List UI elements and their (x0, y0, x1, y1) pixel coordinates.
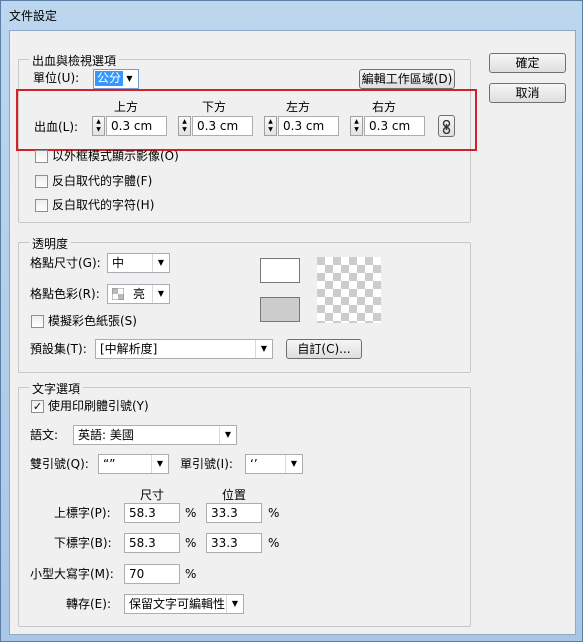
bleed-left-stepper[interactable]: ▲ ▼ (264, 116, 277, 136)
bleed-right-header: 右方 (372, 100, 397, 114)
bleed-group-title: 出血與檢視選項 (29, 52, 120, 69)
bleed-label: 出血(L): (34, 120, 79, 134)
double-quotes-value: “” (103, 457, 116, 471)
grid-color-swatch-dark[interactable] (260, 297, 300, 322)
grid-colors-value: 亮 (133, 287, 146, 301)
display-images-outline-checkbox[interactable] (35, 150, 48, 163)
double-quotes-select[interactable]: “” ▼ (98, 454, 169, 474)
use-typographers-quotes-checkbox[interactable]: ✓ (31, 400, 44, 413)
highlight-substituted-fonts-checkbox[interactable] (35, 175, 48, 188)
size-column-header: 尺寸 (140, 488, 165, 502)
bleed-left-header: 左方 (286, 100, 311, 114)
grid-size-value: 中 (112, 256, 125, 270)
superscript-position-percent: % (268, 506, 280, 520)
position-column-header: 位置 (222, 488, 247, 502)
chevron-down-icon: ▼ (151, 455, 168, 473)
transparency-group-title: 透明度 (29, 235, 72, 252)
chevron-down-icon: ▼ (152, 285, 169, 303)
bleed-bottom-stepper[interactable]: ▲ ▼ (178, 116, 191, 136)
unit-select[interactable]: 公分 ▼ (93, 69, 139, 89)
superscript-label: 上標字(P): (54, 506, 111, 520)
ok-button[interactable]: 確定 (489, 53, 566, 73)
use-typographers-quotes-label: 使用印刷體引號(Y) (48, 399, 149, 413)
highlight-substituted-glyphs-checkbox[interactable] (35, 199, 48, 212)
bleed-bottom-input[interactable]: 0.3 cm (192, 116, 253, 136)
superscript-position-input[interactable]: 33.3 (206, 503, 262, 523)
small-caps-label: 小型大寫字(M): (30, 567, 114, 581)
custom-button[interactable]: 自訂(C)... (286, 339, 362, 359)
preset-value: [中解析度] (100, 342, 158, 356)
small-caps-percent: % (185, 567, 197, 581)
bleed-bottom-header: 下方 (202, 100, 227, 114)
chevron-down-icon: ▼ (285, 455, 302, 473)
bleed-right-input[interactable]: 0.3 cm (364, 116, 425, 136)
grid-size-select[interactable]: 中 ▼ (107, 253, 170, 273)
checker-icon (112, 288, 124, 300)
subscript-size-percent: % (185, 536, 197, 550)
superscript-size-input[interactable]: 58.3 (124, 503, 180, 523)
export-label: 轉存(E): (66, 597, 111, 611)
document-setup-dialog: 文件設定 確定 取消 出血與檢視選項 單位(U): 公分 ▼ 編輯工作區域(D)… (0, 0, 583, 642)
simulate-colored-paper-label: 模擬彩色紙張(S) (48, 314, 137, 328)
preset-select[interactable]: [中解析度] ▼ (95, 339, 273, 359)
highlight-substituted-glyphs-label: 反白取代的字符(H) (52, 198, 155, 212)
unit-select-value: 公分 (95, 71, 124, 86)
bleed-top-stepper[interactable]: ▲ ▼ (92, 116, 105, 136)
chevron-down-icon: ▼ (255, 340, 272, 358)
subscript-label: 下標字(B): (54, 536, 112, 550)
type-group-title: 文字選項 (29, 380, 84, 397)
bleed-top-input[interactable]: 0.3 cm (106, 116, 167, 136)
bleed-left-input[interactable]: 0.3 cm (278, 116, 339, 136)
single-quotes-select[interactable]: ‘’ ▼ (245, 454, 303, 474)
grid-colors-select[interactable]: 亮 ▼ (107, 284, 170, 304)
dialog-client-area: 確定 取消 出血與檢視選項 單位(U): 公分 ▼ 編輯工作區域(D) 上方 下… (9, 30, 576, 635)
export-select[interactable]: 保留文字可編輯性 ▼ (124, 594, 244, 614)
subscript-position-percent: % (268, 536, 280, 550)
language-value: 英語: 美國 (78, 428, 134, 442)
language-label: 語文: (30, 428, 59, 442)
link-bleed-values-button[interactable] (438, 115, 455, 137)
grid-colors-label: 格點色彩(R): (30, 287, 100, 301)
bleed-right-stepper[interactable]: ▲ ▼ (350, 116, 363, 136)
chevron-down-icon: ▼ (219, 426, 236, 444)
double-quotes-label: 雙引號(Q): (30, 457, 89, 471)
language-select[interactable]: 英語: 美國 ▼ (73, 425, 237, 445)
highlight-substituted-fonts-label: 反白取代的字體(F) (52, 174, 153, 188)
bleed-top-header: 上方 (114, 100, 139, 114)
single-quotes-label: 單引號(I): (180, 457, 233, 471)
dialog-title: 文件設定 (9, 9, 58, 23)
subscript-size-input[interactable]: 58.3 (124, 533, 180, 553)
export-value: 保留文字可編輯性 (129, 597, 226, 611)
transparency-grid-preview (317, 257, 381, 323)
simulate-colored-paper-checkbox[interactable] (31, 315, 44, 328)
unit-label: 單位(U): (33, 71, 80, 85)
single-quotes-value: ‘’ (250, 457, 258, 471)
cancel-button[interactable]: 取消 (489, 83, 566, 103)
subscript-position-input[interactable]: 33.3 (206, 533, 262, 553)
superscript-size-percent: % (185, 506, 197, 520)
display-images-outline-label: 以外框模式顯示影像(O) (52, 149, 179, 163)
chevron-down-icon: ▼ (226, 595, 243, 613)
edit-artboards-button[interactable]: 編輯工作區域(D) (359, 69, 455, 89)
grid-color-swatch-light[interactable] (260, 258, 300, 283)
chain-link-icon (442, 119, 451, 134)
grid-size-label: 格點尺寸(G): (30, 256, 101, 270)
small-caps-input[interactable]: 70 (124, 564, 180, 584)
chevron-down-icon: ▼ (152, 254, 169, 272)
chevron-down-icon: ▼ (126, 74, 133, 83)
preset-label: 預設集(T): (30, 342, 87, 356)
